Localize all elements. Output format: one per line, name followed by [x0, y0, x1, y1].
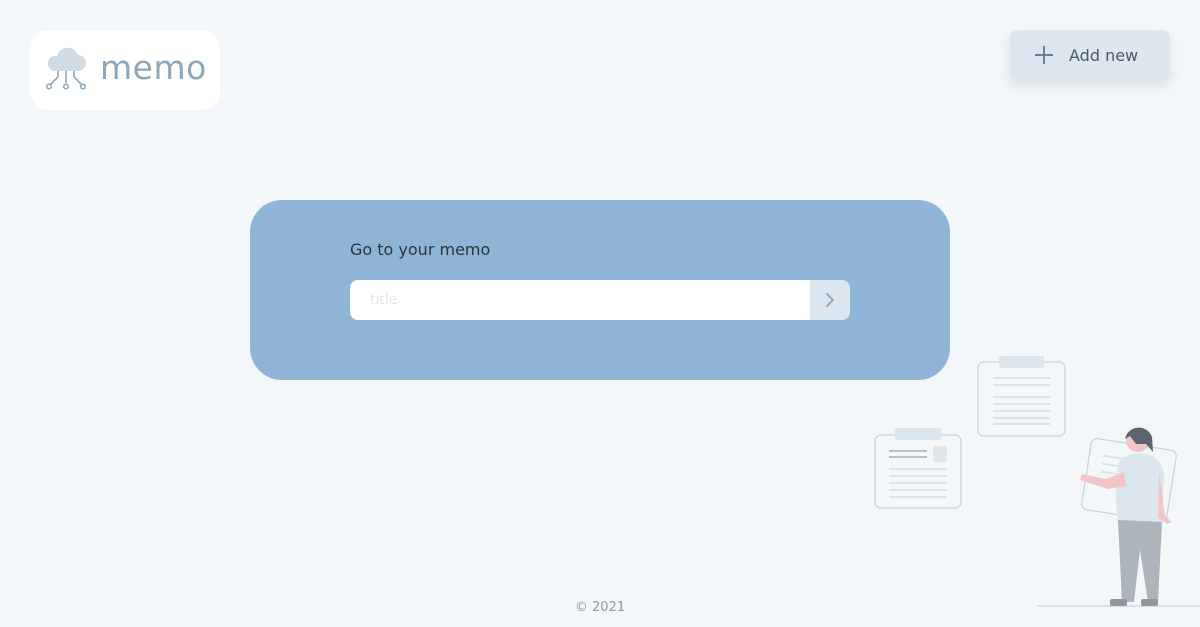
memo-search-form [350, 280, 850, 320]
go-button[interactable] [810, 280, 850, 320]
go-to-memo-panel: Go to your memo [250, 200, 950, 380]
notes-illustration [874, 356, 1200, 607]
logo[interactable]: memo [30, 30, 220, 110]
footer-copyright: © 2021 [574, 600, 626, 615]
logo-text: memo [100, 47, 207, 87]
plus-icon [1035, 46, 1053, 64]
add-new-button[interactable]: Add new [1010, 30, 1170, 80]
panel-heading: Go to your memo [350, 240, 491, 259]
memo-title-input[interactable] [350, 280, 810, 320]
add-new-label: Add new [1069, 45, 1139, 65]
cloud-network-icon [45, 47, 87, 90]
chevron-right-icon [826, 293, 834, 307]
